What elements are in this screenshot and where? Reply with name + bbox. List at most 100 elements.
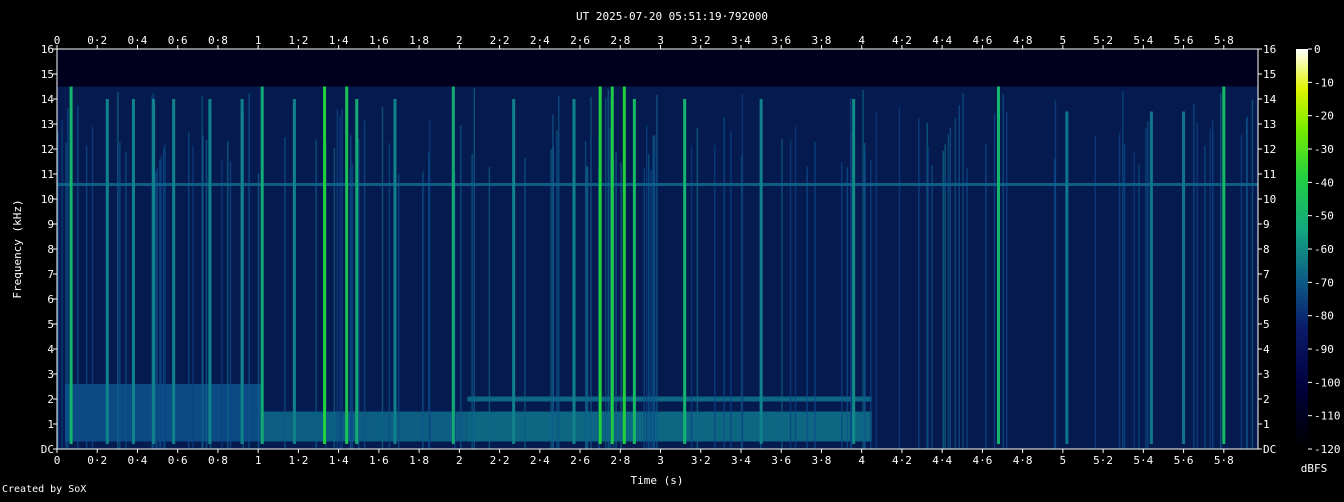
x-tick-label: 4·4 [932,454,952,467]
striation [257,173,260,450]
colorbar-tick-label: -50 [1314,210,1334,223]
x-tick-label-top: 2·8 [610,34,630,47]
transient-4 [172,99,176,444]
y-tick-label-right: 15 [1263,68,1276,81]
striation [1133,150,1135,450]
striation [125,151,127,449]
striation [351,163,354,450]
x-tick-label-top: 5·4 [1133,34,1153,47]
transient-16 [598,86,602,444]
striation [985,143,987,449]
y-tick-label: 13 [41,118,54,131]
striation [229,161,232,449]
colorbar-tick-label: -20 [1314,110,1334,123]
y-tick-label-right: 9 [1263,218,1270,231]
striation [1196,121,1199,450]
striation [1251,99,1254,449]
x-tick-label-top: 3 [657,34,664,47]
x-tick-label-top: 0·4 [128,34,148,47]
transient-2 [131,99,135,444]
colorbar-tick-label: -120 [1314,443,1341,456]
x-tick-label-top: 0·2 [87,34,107,47]
x-tick-label-top: 0·8 [208,34,228,47]
striation [1147,121,1149,449]
striation [841,162,843,449]
striation [962,93,964,450]
striation [942,150,944,449]
striation [1240,135,1243,449]
transient-11 [355,99,359,444]
transient-7 [260,86,264,444]
striation [1094,135,1097,449]
y-tick-label-right: 1 [1263,418,1270,431]
striation [1220,92,1222,450]
transient-22 [852,99,856,444]
x-tick-label-top: 3·2 [691,34,711,47]
y-tick-label: 7 [47,268,54,281]
striation [1193,103,1195,449]
x-tick-label: 2 [456,454,463,467]
y-tick-label: 5 [47,318,54,331]
x-tick-label-top: 1·2 [288,34,308,47]
chart-title: UT 2025-07-20 05:51:19·792000 [576,10,768,23]
striation [794,126,797,450]
striation [947,134,950,449]
y-tick-label: 3 [47,368,54,381]
striation [1054,158,1056,450]
striation [205,139,208,449]
x-tick-label: 0·4 [128,454,148,467]
y-tick-label: DC [41,443,54,456]
striation [648,153,650,450]
x-tick-label-top: 2 [456,34,463,47]
y-tick-label-right: 5 [1263,318,1270,331]
striation [473,88,476,450]
y-tick-label: 9 [47,218,54,231]
striation [1138,164,1140,449]
striation [339,115,341,449]
striation [789,140,792,450]
x-tick-label-top: 5·8 [1214,34,1234,47]
striation [966,168,968,450]
transient-15 [572,99,576,444]
striation [875,112,878,450]
spectrogram-figure: 0 0 0·2 0·2 0·4 0·4 0·6 0·6 0·8 0·8 1 1 1·2 1·2 1·4 1·4… [0,0,1344,498]
striation [615,152,617,449]
striation [846,167,849,450]
striation [349,169,352,449]
colorbar-tick-label: -60 [1314,243,1334,256]
striation [585,167,588,449]
transient-3 [152,99,156,444]
x-tick-label: 5 [1060,454,1067,467]
x-tick-label-top: 4 [858,34,865,47]
striation [119,141,121,449]
striation [557,95,560,449]
striation [67,107,69,449]
striation [696,127,699,450]
transient-1 [105,99,109,444]
x-tick-label: 1·8 [409,454,429,467]
x-tick-label: 5·2 [1093,454,1113,467]
x-tick-label: 5·8 [1214,454,1234,467]
striation [604,97,607,450]
striation [1122,91,1124,449]
x-tick-label-top: 1·4 [329,34,349,47]
transient-0 [69,86,73,444]
y-tick-label-right: 6 [1263,293,1270,306]
y-tick-label: 6 [47,293,54,306]
striation [1123,143,1126,450]
x-tick-label-top: 0 [54,34,61,47]
x-tick-label: 0·8 [208,454,228,467]
transient-9 [323,86,327,444]
striation [656,94,658,449]
x-tick-label: 3·4 [731,454,751,467]
x-tick-label-top: 4·6 [972,34,992,47]
striation [862,89,864,449]
striation [1006,112,1008,450]
x-tick-label: 4·2 [892,454,912,467]
x-tick-label-top: 4·2 [892,34,912,47]
striation [1118,132,1121,449]
striation [958,105,961,450]
y-tick-label-right: 2 [1263,393,1270,406]
striation [187,132,190,449]
x-tick-label: 1·4 [329,454,349,467]
